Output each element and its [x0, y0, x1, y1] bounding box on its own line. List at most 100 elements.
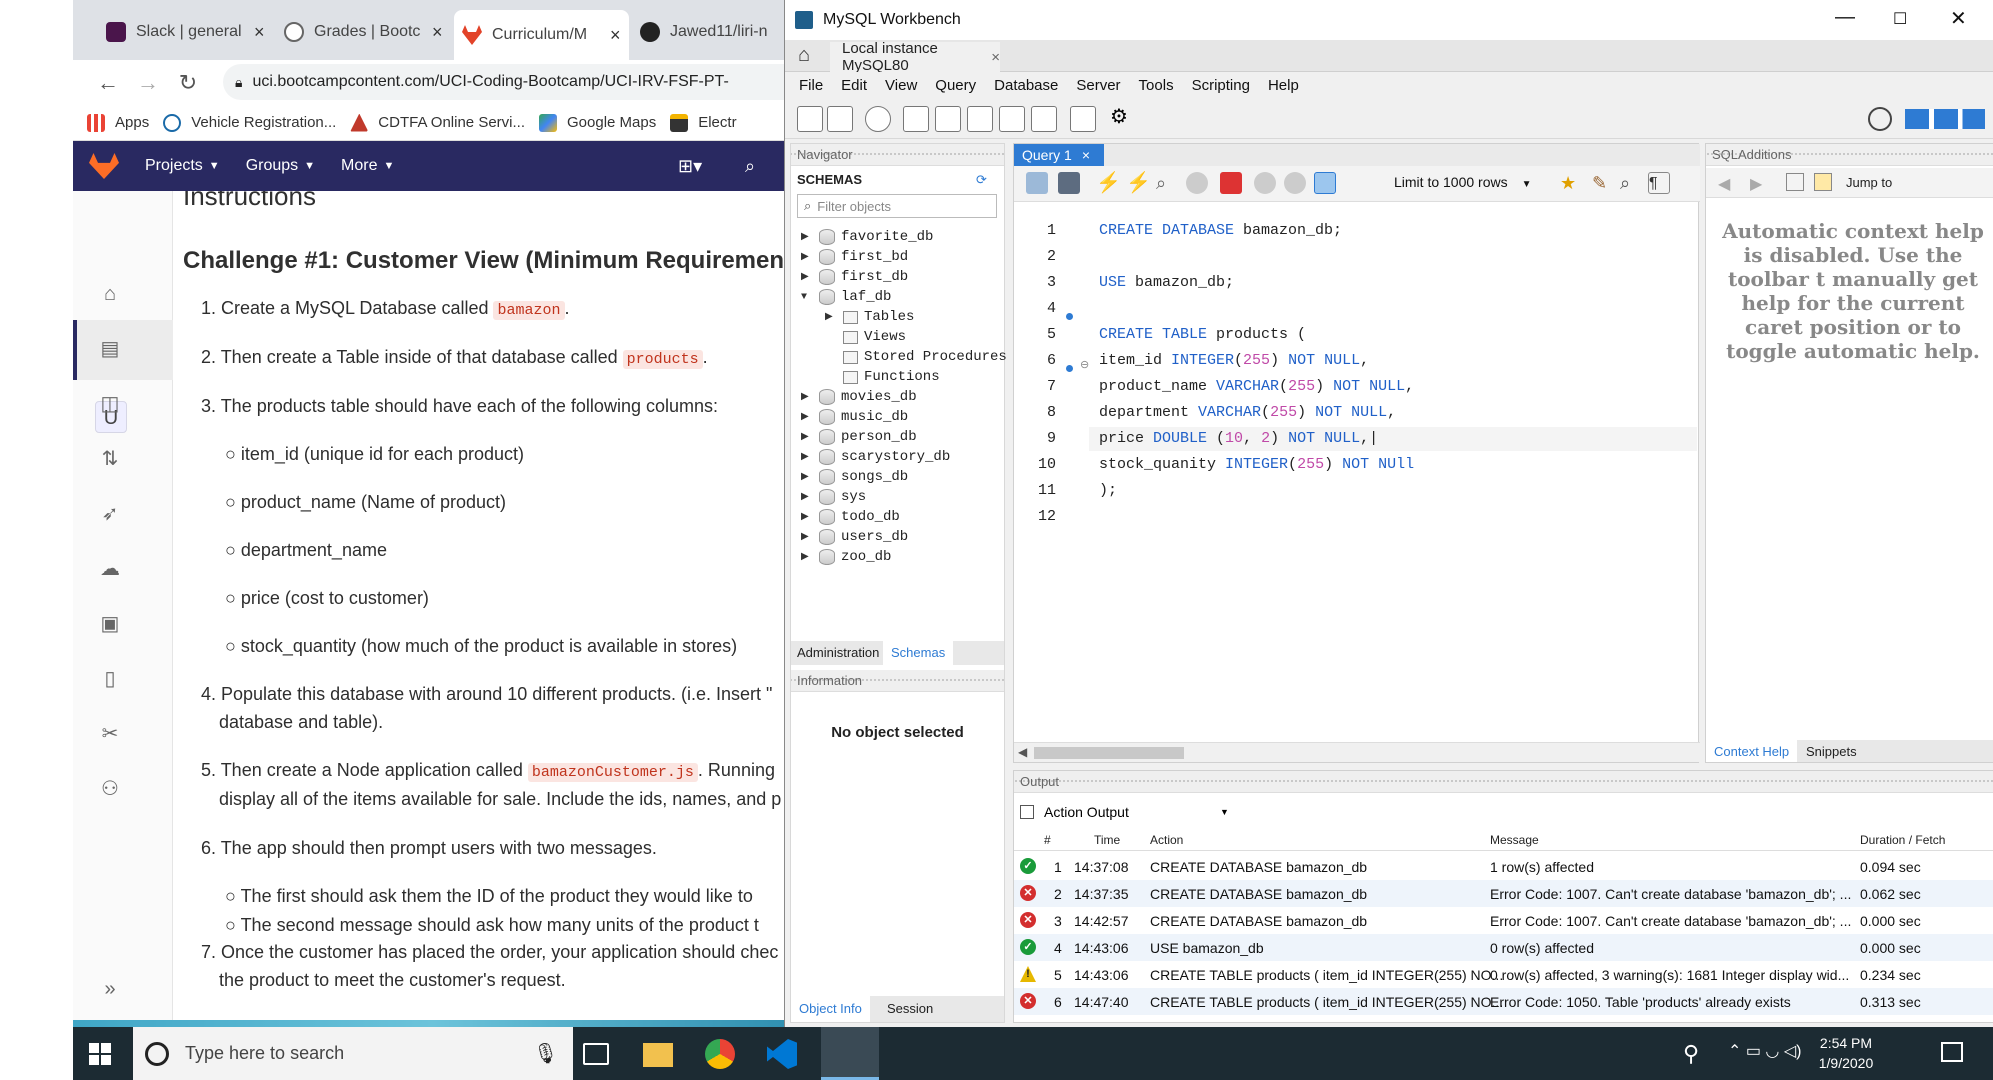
book-icon[interactable]: ▯ — [97, 666, 123, 692]
tab-session[interactable]: Session — [887, 1001, 933, 1016]
bookmark-star-icon[interactable]: ★ — [1560, 172, 1582, 194]
collapse-arrow-icon[interactable]: ▼ — [801, 292, 815, 303]
menu-help[interactable]: Help — [1268, 77, 1299, 94]
output-row[interactable]: ✕ 2 14:37:35 CREATE DATABASE bamazon_db Erro… — [1014, 880, 1993, 907]
menu-server[interactable]: Server — [1076, 77, 1120, 94]
expand-arrow-icon[interactable]: ▶ — [825, 311, 839, 323]
code-area[interactable]: 1 2 3 4 5 6 7 8 9 10 11 12 ⊖ CREATE DATABASE bamazo… — [1014, 202, 1700, 722]
expand-arrow-icon[interactable]: ▶ — [801, 511, 815, 523]
output-row[interactable]: ✓ 4 14:43:06 USE bamazon_db 0 row(s) affecte… — [1014, 934, 1993, 961]
vscode-icon[interactable] — [767, 1039, 797, 1069]
tab-snippets[interactable]: Snippets — [1806, 744, 1857, 759]
chrome-icon[interactable] — [705, 1039, 735, 1069]
open-sql-script-icon[interactable] — [827, 106, 853, 132]
col-number[interactable]: # — [1044, 833, 1051, 847]
schema-item[interactable]: ▶ zoo_db — [801, 547, 891, 567]
notifications-icon[interactable] — [1941, 1042, 1963, 1062]
settings-icon[interactable] — [1868, 107, 1892, 131]
system-tray-icons[interactable]: ⌃ ▭ ◡ ◁) — [1728, 1041, 1801, 1061]
schema-item[interactable]: ▶ users_db — [801, 527, 908, 547]
menu-groups[interactable]: Groups ▼ — [246, 157, 315, 175]
document-icon[interactable]: ▤ — [97, 336, 123, 362]
query-tab[interactable]: Query 1 × — [1014, 144, 1104, 166]
gitlab-logo-icon[interactable] — [89, 153, 119, 179]
save-icon[interactable] — [1058, 172, 1080, 194]
jump-to-select[interactable]: Jump to — [1846, 175, 1892, 190]
beautify-icon[interactable]: ✎ — [1592, 172, 1614, 194]
home-icon[interactable]: ⌂ — [798, 44, 810, 67]
autocommit-icon[interactable] — [1314, 172, 1336, 194]
expand-arrow-icon[interactable]: ▶ — [801, 431, 815, 443]
browser-tab-github[interactable]: Jawed11/liri-n — [632, 14, 788, 50]
execute-current-icon[interactable]: ⚡ — [1126, 172, 1151, 194]
tab-administration[interactable]: Administration — [797, 645, 879, 660]
rollback-icon[interactable] — [1284, 172, 1306, 194]
workbench-taskbar-button[interactable] — [821, 1027, 879, 1080]
expand-arrow-icon[interactable]: ▶ — [801, 471, 815, 483]
tab-context-help[interactable]: Context Help — [1706, 740, 1798, 762]
expand-arrow-icon[interactable]: ▶ — [801, 531, 815, 543]
stop-icon[interactable] — [1186, 172, 1208, 194]
schema-item[interactable]: ▶ movies_db — [801, 387, 917, 407]
forward-icon[interactable]: → — [128, 70, 168, 96]
create-schema-icon[interactable] — [903, 106, 929, 132]
filter-objects-input[interactable]: ⌕ Filter objects — [797, 194, 997, 218]
rocket-icon[interactable]: ➶ — [97, 501, 123, 527]
refresh-icon[interactable]: ⟳ — [976, 172, 987, 188]
minimize-icon[interactable]: — — [1835, 6, 1855, 29]
taskbar-search-box[interactable]: Type here to search 🎙︎ — [133, 1027, 573, 1080]
scroll-left-icon[interactable]: ◀ — [1018, 745, 1027, 759]
create-view-icon[interactable] — [967, 106, 993, 132]
home-icon[interactable]: ⌂ — [97, 281, 123, 307]
task-view-icon[interactable] — [583, 1043, 609, 1065]
layout-toggle-icon[interactable] — [1905, 109, 1985, 129]
scissors-icon[interactable]: ✂ — [97, 721, 123, 747]
expand-arrow-icon[interactable]: ▶ — [801, 451, 815, 463]
schema-child-tables[interactable]: ▶ Tables — [825, 307, 914, 327]
create-function-icon[interactable] — [1031, 106, 1057, 132]
commit-icon[interactable] — [1254, 172, 1276, 194]
bookmark-electr[interactable]: Electr — [670, 113, 737, 132]
reconnect-icon[interactable]: ⚙ — [1110, 106, 1136, 132]
merge-request-icon[interactable]: ⇅ — [97, 446, 123, 472]
schema-item[interactable]: ▶ songs_db — [801, 467, 908, 487]
menu-query[interactable]: Query — [935, 77, 976, 94]
menu-view[interactable]: View — [885, 77, 917, 94]
close-icon[interactable]: × — [610, 25, 621, 46]
connection-tab[interactable]: Local instance MySQL80 × — [830, 40, 1000, 74]
menu-edit[interactable]: Edit — [841, 77, 867, 94]
close-icon[interactable]: × — [254, 22, 265, 43]
taskbar-clock[interactable]: 2:54 PM 1/9/2020 — [1811, 1033, 1881, 1073]
col-message[interactable]: Message — [1490, 833, 1539, 847]
reload-icon[interactable]: ↻ — [168, 70, 208, 96]
open-file-icon[interactable] — [1026, 172, 1048, 194]
plus-square-icon[interactable]: ⊞▾ — [678, 156, 702, 177]
menu-more[interactable]: More ▼ — [341, 157, 394, 175]
schema-item[interactable]: ▶ sys — [801, 487, 866, 507]
col-time[interactable]: Time — [1094, 833, 1120, 847]
close-icon[interactable]: × — [432, 22, 443, 43]
browser-tab-grades[interactable]: Grades | Bootc × — [276, 14, 451, 50]
expand-arrow-icon[interactable]: ▶ — [801, 391, 815, 403]
new-sql-tab-icon[interactable] — [797, 106, 823, 132]
output-row[interactable]: ! 5 14:43:06 CREATE TABLE products ( item_i… — [1014, 961, 1993, 988]
menu-file[interactable]: File — [799, 77, 823, 94]
file-explorer-icon[interactable] — [643, 1043, 673, 1067]
url-field[interactable]: 🔒︎ uci.bootcampcontent.com/UCI-Coding-Bo… — [223, 64, 793, 100]
auto-help-icon[interactable] — [1814, 173, 1832, 191]
create-table-icon[interactable] — [935, 106, 961, 132]
menu-database[interactable]: Database — [994, 77, 1058, 94]
schema-item[interactable]: ▶ person_db — [801, 427, 917, 447]
bookmark-google-maps[interactable]: Google Maps — [539, 113, 656, 132]
close-icon[interactable]: × — [991, 49, 1000, 66]
schema-item[interactable]: ▶ first_db — [801, 267, 908, 287]
menu-scripting[interactable]: Scripting — [1192, 77, 1250, 94]
schema-item[interactable]: ▶ scarystory_db — [801, 447, 950, 467]
search-table-data-icon[interactable] — [1070, 106, 1096, 132]
schema-item[interactable]: ▶ music_db — [801, 407, 908, 427]
browser-tab-slack[interactable]: Slack | general × — [98, 14, 273, 50]
members-icon[interactable]: ⚇ — [97, 776, 123, 802]
issues-icon[interactable]: ◫ — [97, 391, 123, 417]
close-icon[interactable]: × — [1082, 147, 1090, 163]
forward-icon[interactable]: ▶ — [1750, 174, 1762, 194]
